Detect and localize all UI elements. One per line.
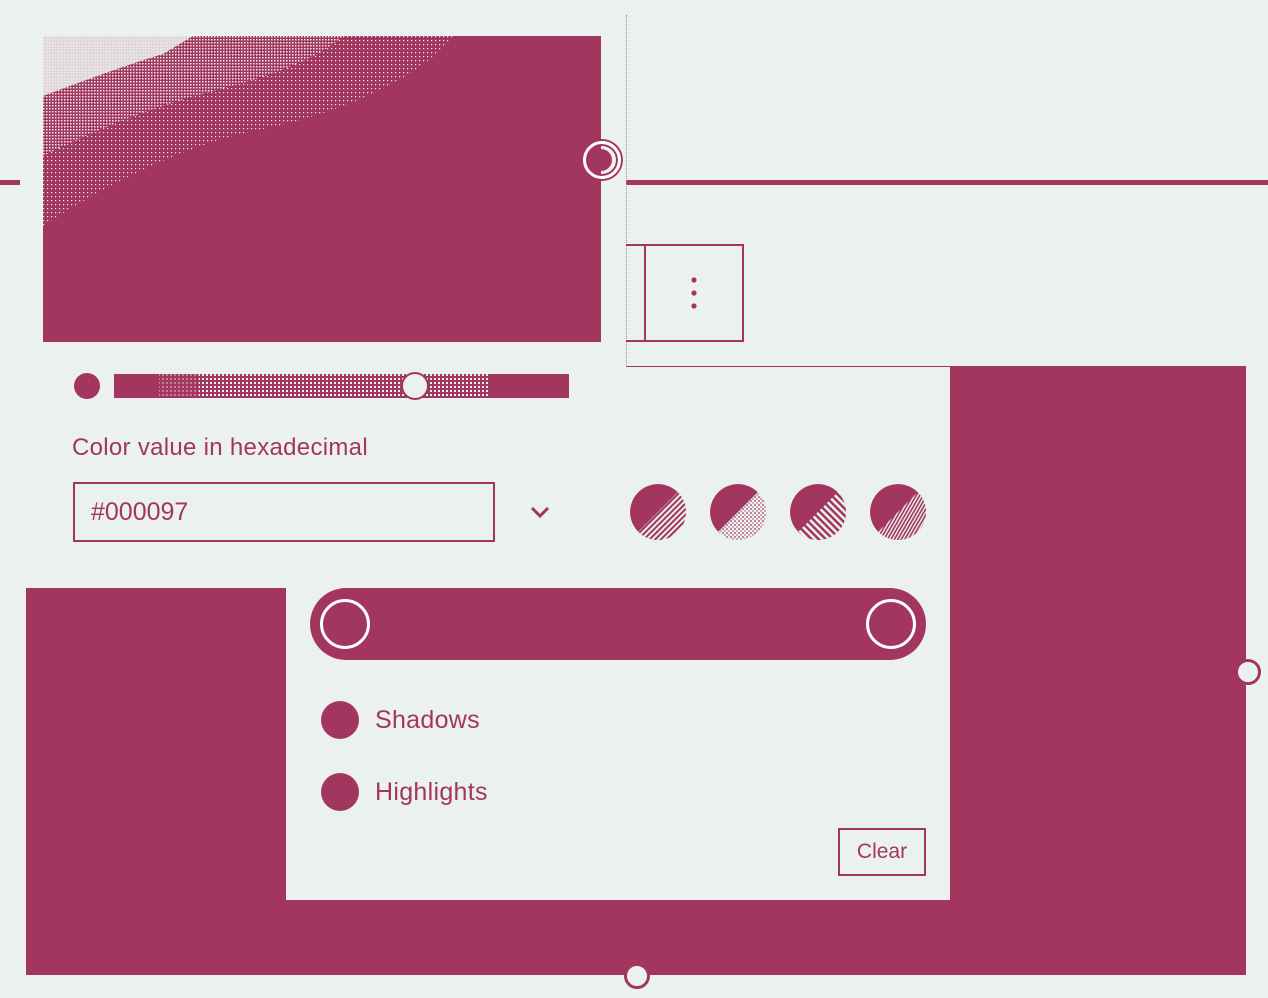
highlights-label: Highlights	[375, 777, 488, 806]
shadows-knob[interactable]	[320, 599, 370, 649]
current-color-indicator	[74, 373, 100, 399]
duotone-swatch-3[interactable]	[790, 484, 846, 540]
clear-button[interactable]: Clear	[838, 828, 926, 876]
hex-color-input[interactable]	[73, 482, 495, 542]
duotone-gradient-bar[interactable]	[310, 588, 926, 660]
more-options-button[interactable]	[644, 244, 744, 342]
duotone-swatch-2[interactable]	[710, 484, 766, 540]
duotone-preset-list	[630, 484, 926, 540]
highlights-knob[interactable]	[866, 599, 916, 649]
resize-handle-right[interactable]	[1235, 659, 1261, 685]
color-format-toggle[interactable]	[518, 494, 562, 530]
highlights-color-option[interactable]: Highlights	[321, 773, 488, 811]
duotone-swatch-1[interactable]	[630, 484, 686, 540]
hue-slider-thumb[interactable]	[401, 372, 429, 400]
shadows-color-indicator	[321, 701, 359, 739]
more-vertical-icon	[691, 277, 697, 309]
duotone-swatch-4[interactable]	[870, 484, 926, 540]
shadows-label: Shadows	[375, 705, 480, 734]
hue-slider[interactable]	[114, 374, 569, 398]
highlights-color-indicator	[321, 773, 359, 811]
block-toolbar	[626, 244, 744, 342]
chevron-down-icon	[530, 506, 550, 519]
toolbar-segment	[626, 244, 644, 342]
saturation-handle[interactable]	[583, 141, 621, 179]
shadows-color-option[interactable]: Shadows	[321, 701, 480, 739]
resize-handle-bottom[interactable]	[624, 963, 650, 989]
saturation-field[interactable]	[43, 36, 601, 342]
hex-field-label: Color value in hexadecimal	[72, 434, 368, 461]
